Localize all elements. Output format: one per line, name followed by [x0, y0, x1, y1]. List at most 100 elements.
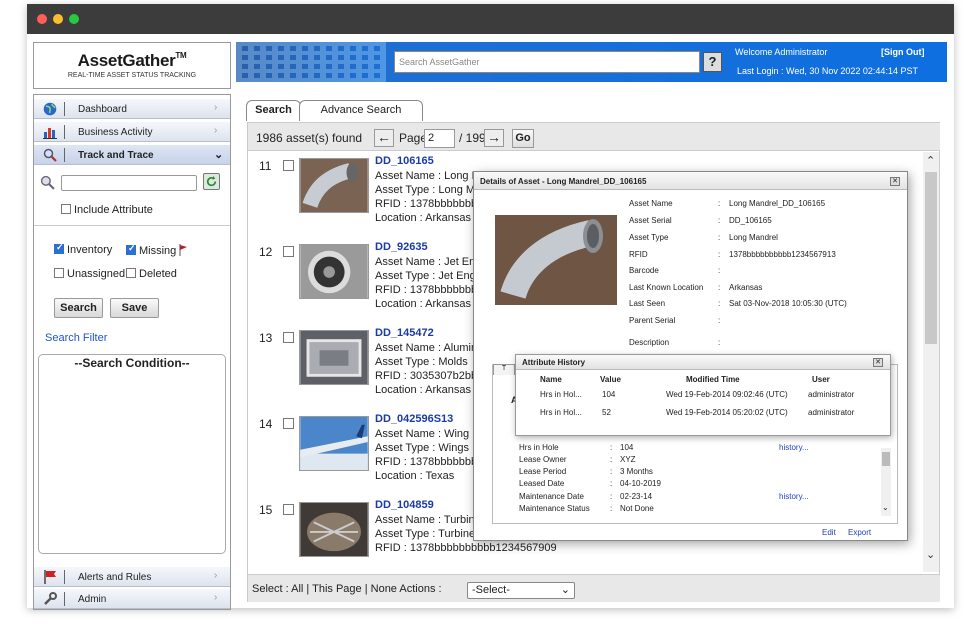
- edit-link[interactable]: Edit: [822, 528, 836, 537]
- sidebar: Dashboard › Business Activity › Track an…: [33, 94, 231, 610]
- field-key: Asset Type: [629, 233, 669, 242]
- row-checkbox[interactable]: [283, 160, 294, 171]
- attributes-scrollbar[interactable]: ⌄: [881, 448, 891, 516]
- export-link[interactable]: Export: [848, 528, 871, 537]
- next-page-button[interactable]: →: [484, 129, 504, 147]
- field-colon: :: [718, 338, 721, 347]
- history-cell: Wed 19-Feb-2014 05:20:02 (UTC): [666, 408, 788, 417]
- history-link[interactable]: history...: [779, 492, 809, 501]
- field-colon: :: [718, 266, 721, 275]
- nav-track-and-trace[interactable]: Track and Trace ⌄: [34, 145, 230, 165]
- row-checkbox[interactable]: [283, 418, 294, 429]
- scroll-down-icon[interactable]: ⌄: [882, 503, 889, 512]
- close-icon[interactable]: ✕: [873, 358, 883, 367]
- prev-page-button[interactable]: ←: [374, 129, 394, 147]
- asset-type: Asset Type : Wings: [375, 442, 469, 454]
- asset-thumbnail-engine[interactable]: [299, 244, 369, 299]
- include-attribute-label: Include Attribute: [74, 204, 153, 216]
- attr-value: 3 Months: [620, 467, 653, 476]
- scroll-up-icon[interactable]: ⌃: [926, 154, 935, 167]
- select-options[interactable]: Select : All | This Page | None Actions …: [252, 583, 442, 595]
- track-search-input[interactable]: [61, 175, 197, 191]
- row-checkbox[interactable]: [283, 246, 294, 257]
- attr-value: XYZ: [620, 455, 636, 464]
- checkbox-checked: [126, 243, 136, 255]
- app-window: AssetGatherTM REAL-TIME ASSET STATUS TRA…: [27, 4, 954, 610]
- chevron-right-icon: ›: [214, 102, 218, 113]
- row-checkbox[interactable]: [283, 504, 294, 515]
- nav-label: Admin: [78, 594, 107, 605]
- filter-inventory[interactable]: Inventory: [54, 242, 112, 256]
- asset-thumbnail-turbine[interactable]: [299, 502, 369, 557]
- brand-tm: TM: [175, 51, 187, 60]
- search-button[interactable]: Search: [54, 298, 103, 318]
- close-window-button[interactable]: [37, 14, 47, 24]
- search-filter-link[interactable]: Search Filter: [45, 332, 107, 344]
- save-button[interactable]: Save: [110, 298, 159, 318]
- asset-id-link[interactable]: DD_106165: [375, 155, 434, 167]
- history-link[interactable]: history...: [779, 443, 809, 452]
- filter-unassigned[interactable]: Unassigned: [54, 268, 125, 280]
- brand-tagline: REAL-TIME ASSET STATUS TRACKING: [67, 72, 197, 79]
- help-button[interactable]: ?: [703, 52, 722, 72]
- tab-search[interactable]: Search: [246, 100, 301, 121]
- field-colon: :: [718, 283, 721, 292]
- chevron-right-icon: ›: [214, 125, 218, 136]
- search-condition-box[interactable]: --Search Condition--: [38, 354, 226, 554]
- attr-key: Lease Owner: [519, 455, 567, 464]
- actions-select[interactable]: -Select- ⌄: [467, 582, 575, 599]
- minimize-window-button[interactable]: [53, 14, 63, 24]
- dialog-title-text: Details of Asset - Long Mandrel_DD_10616…: [480, 177, 647, 186]
- nav-label: Track and Trace: [78, 150, 154, 161]
- chevron-down-icon: ⌄: [214, 149, 224, 161]
- global-search-input[interactable]: Search AssetGather: [394, 51, 700, 73]
- filter-deleted[interactable]: Deleted: [126, 268, 177, 280]
- go-button[interactable]: Go: [512, 129, 534, 148]
- arrow-left-icon: ←: [377, 129, 391, 145]
- asset-thumbnail-wing[interactable]: [299, 416, 369, 471]
- asset-detail-image: [495, 215, 617, 305]
- welcome-text: Welcome Administrator: [735, 47, 828, 57]
- results-scrollbar[interactable]: ⌃ ⌄: [923, 152, 939, 572]
- field-key: Asset Serial: [629, 216, 672, 225]
- history-cell: Hrs in Hol...: [540, 390, 582, 399]
- scrollbar-thumb[interactable]: [925, 172, 937, 344]
- nav-business-activity[interactable]: Business Activity ›: [34, 122, 230, 142]
- nav-label: Business Activity: [78, 127, 153, 138]
- brand-logo[interactable]: AssetGatherTM REAL-TIME ASSET STATUS TRA…: [33, 42, 231, 89]
- asset-thumbnail-pipe[interactable]: [299, 158, 369, 213]
- history-title: Attribute History: [516, 355, 890, 370]
- row-checkbox[interactable]: [283, 332, 294, 343]
- asset-id-link[interactable]: DD_104859: [375, 499, 434, 511]
- search-condition-title: --Search Condition--: [74, 356, 190, 370]
- asset-thumbnail-mold[interactable]: [299, 330, 369, 385]
- scrollbar-thumb[interactable]: [882, 452, 890, 466]
- asset-id-link[interactable]: DD_92635: [375, 241, 428, 253]
- asset-id-link[interactable]: DD_145472: [375, 327, 434, 339]
- field-colon: :: [718, 233, 721, 242]
- attribute-tab[interactable]: T: [493, 364, 515, 375]
- field-colon: :: [718, 250, 721, 259]
- nav-separator: [64, 570, 65, 584]
- sign-out-link[interactable]: [Sign Out]: [881, 47, 925, 57]
- page-input[interactable]: 2: [424, 129, 455, 148]
- nav-alerts-and-rules[interactable]: Alerts and Rules ›: [34, 567, 230, 587]
- asset-id-link[interactable]: DD_042596S13: [375, 413, 453, 425]
- asset-location: Location : Arkansas: [375, 212, 472, 224]
- field-key: Last Seen: [629, 299, 666, 308]
- filter-missing[interactable]: Missing: [126, 243, 188, 257]
- last-login-text: Last Login : Wed, 30 Nov 2022 02:44:14 P…: [737, 66, 918, 76]
- tab-advance-search[interactable]: Advance Search: [299, 100, 423, 121]
- nav-separator: [64, 125, 65, 139]
- nav-dashboard[interactable]: Dashboard ›: [34, 99, 230, 119]
- history-cell: 104: [602, 390, 616, 399]
- refresh-search-button[interactable]: [203, 173, 220, 190]
- field-colon: :: [718, 299, 721, 308]
- scroll-down-icon[interactable]: ⌄: [926, 548, 935, 561]
- flag-icon: [44, 570, 56, 584]
- nav-admin[interactable]: Admin ›: [34, 589, 230, 609]
- include-attribute-checkbox[interactable]: Include Attribute: [61, 204, 153, 216]
- attr-value: Not Done: [620, 504, 654, 513]
- close-icon[interactable]: ✕: [890, 177, 900, 186]
- maximize-window-button[interactable]: [69, 14, 79, 24]
